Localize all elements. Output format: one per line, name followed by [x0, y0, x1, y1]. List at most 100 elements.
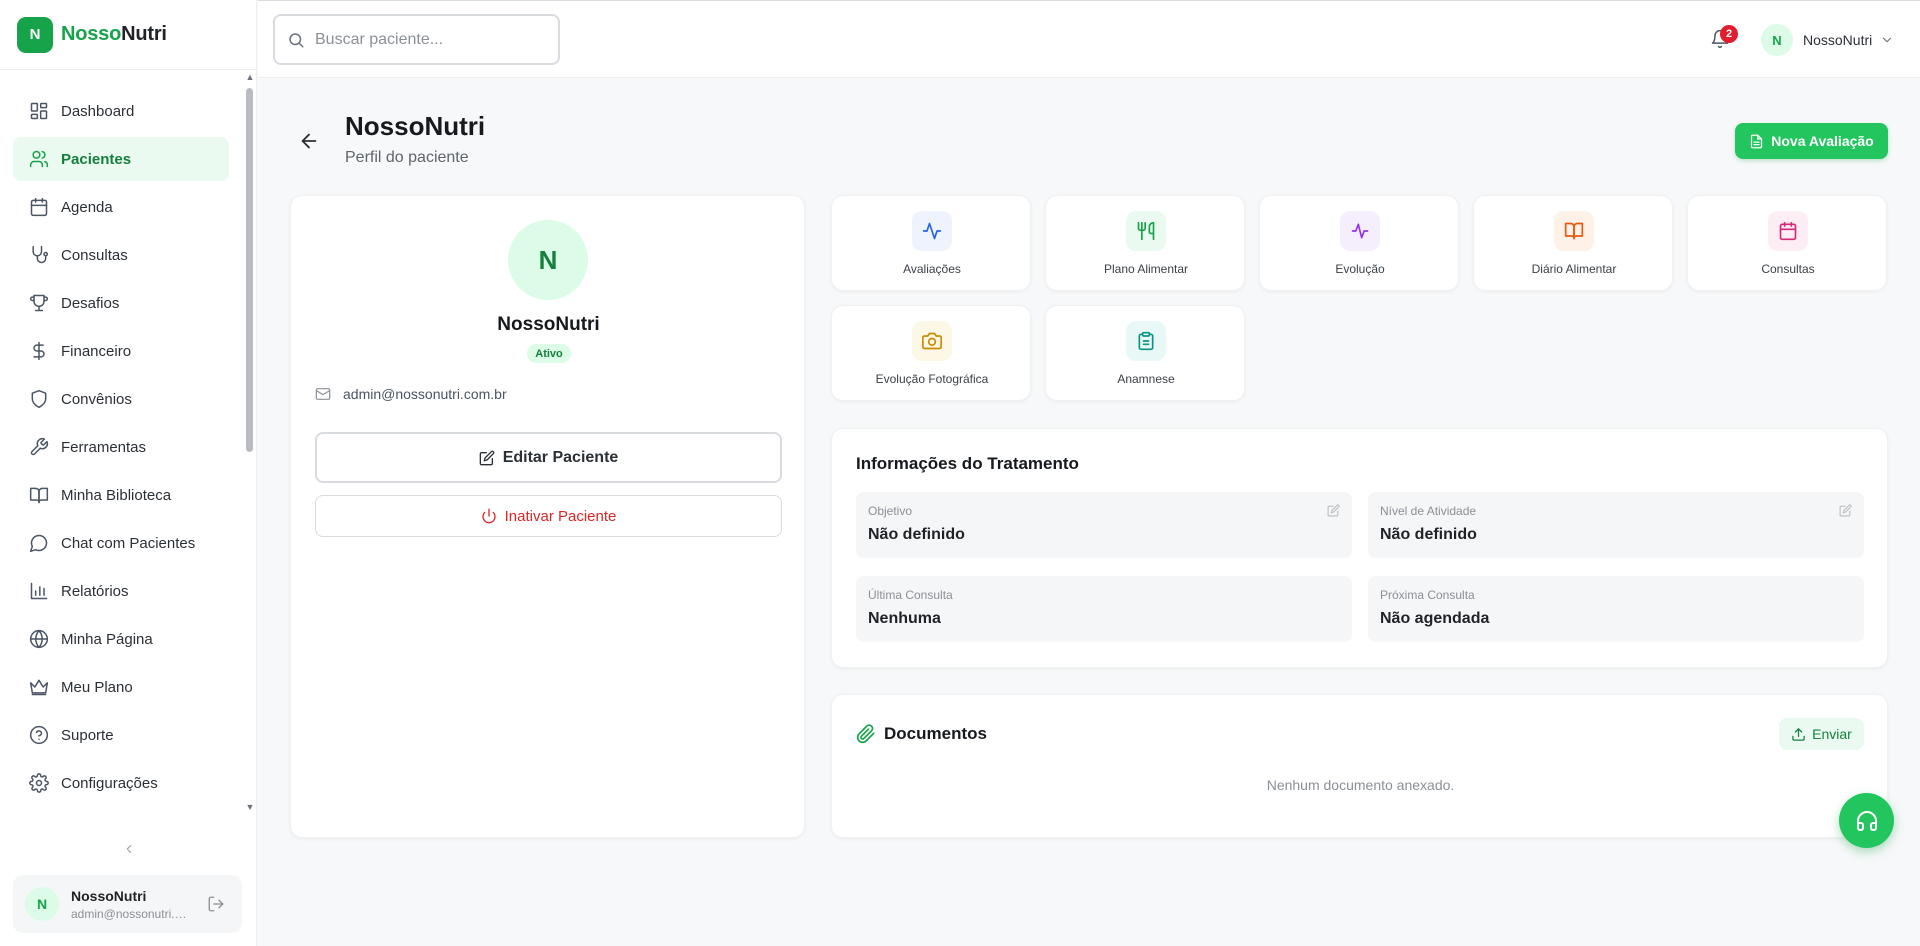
sidebar-item-label: Chat com Pacientes	[61, 534, 196, 552]
avatar: N	[1761, 24, 1793, 56]
sidebar-item-dashboard[interactable]: Dashboard	[13, 89, 229, 133]
scroll-down-arrow-icon[interactable]: ▼	[245, 802, 255, 812]
topbar: 2 N NossoNutri	[258, 0, 1920, 78]
new-evaluation-button[interactable]: Nova Avaliação	[1735, 123, 1888, 159]
user-name: NossoNutri	[1803, 32, 1873, 48]
sidebar-item-financeiro[interactable]: Financeiro	[13, 329, 229, 373]
tile-consultas[interactable]: Consultas	[1687, 195, 1887, 291]
scroll-thumb[interactable]	[246, 88, 253, 452]
activity-icon	[922, 222, 942, 240]
sidebar-item-minha-pagina[interactable]: Minha Página	[13, 617, 229, 661]
section-title: Documentos	[884, 724, 987, 743]
patient-email: admin@nossonutri.com.br	[343, 386, 507, 402]
sidebar-item-ferramentas[interactable]: Ferramentas	[13, 425, 229, 469]
info-nivel-atividade: Nível de Atividade Não definido	[1368, 492, 1864, 558]
paperclip-icon	[856, 724, 875, 744]
brand-logo: N	[17, 16, 53, 53]
user-menu[interactable]: N NossoNutri	[1761, 23, 1894, 57]
help-circle-icon	[29, 725, 49, 745]
user-email: admin@nossonutri.com.br	[71, 906, 187, 921]
sidebar-item-label: Relatórios	[61, 582, 129, 600]
info-proxima-consulta: Próxima Consulta Não agendada	[1368, 576, 1864, 642]
brand[interactable]: N NossoNutri	[0, 0, 256, 70]
tile-evolucao-fotografica[interactable]: Evolução Fotográfica	[831, 305, 1031, 401]
page-title: NossoNutri	[345, 111, 486, 141]
sidebar-item-meu-plano[interactable]: Meu Plano	[13, 665, 229, 709]
calendar-icon	[30, 197, 48, 217]
tile-label: Anamnese	[1117, 372, 1175, 386]
inactivate-patient-button[interactable]: Inativar Paciente	[315, 495, 782, 537]
edit-icon	[479, 450, 495, 465]
tile-label: Avaliações	[903, 262, 961, 276]
sidebar-item-agenda[interactable]: Agenda	[13, 185, 229, 229]
camera-icon	[922, 332, 942, 350]
user-info: NossoNutri admin@nossonutri.com.br	[71, 888, 187, 921]
tile-plano-alimentar[interactable]: Plano Alimentar	[1045, 195, 1245, 291]
sidebar-item-convenios[interactable]: Convênios	[13, 377, 229, 421]
edit-patient-button[interactable]: Editar Paciente	[315, 432, 782, 483]
info-value: Não definido	[868, 526, 965, 543]
section-title: Informações do Tratamento	[856, 454, 1079, 473]
tile-anamnese[interactable]: Anamnese	[1045, 305, 1245, 401]
sidebar-item-label: Convênios	[61, 390, 132, 408]
tile-label: Plano Alimentar	[1103, 262, 1189, 276]
scroll-up-arrow-icon[interactable]: ▲	[245, 72, 255, 82]
sidebar-item-label: Minha Biblioteca	[61, 486, 172, 504]
back-arrow-icon[interactable]	[298, 130, 320, 152]
sidebar-item-label: Minha Página	[61, 630, 153, 648]
tile-icon-box	[912, 321, 952, 361]
logout-icon[interactable]	[207, 895, 225, 913]
upload-label: Enviar	[1812, 726, 1852, 742]
globe-icon	[29, 629, 49, 649]
tile-icon-box	[1554, 211, 1594, 251]
tile-avaliacoes[interactable]: Avaliações	[831, 195, 1031, 291]
sidebar-item-consultas[interactable]: Consultas	[13, 233, 229, 277]
file-text-icon	[1751, 134, 1763, 148]
empty-state-text: Nenhum documento anexado.	[1266, 777, 1455, 793]
collapse-sidebar-button[interactable]	[118, 838, 140, 860]
tile-icon-box	[1126, 211, 1166, 251]
tile-icon-box	[1126, 321, 1166, 361]
info-objetivo: Objetivo Não definido	[856, 492, 1352, 558]
sidebar-item-relatorios[interactable]: Relatórios	[13, 569, 229, 613]
upload-icon	[1792, 727, 1805, 741]
upload-document-button[interactable]: Enviar	[1779, 718, 1864, 750]
info-label: Objetivo	[868, 504, 913, 518]
status-badge: Ativo	[527, 344, 571, 363]
documents-header: Documentos	[856, 724, 987, 744]
tile-label: Evolução Fotográfica	[875, 372, 989, 386]
sidebar-item-label: Desafios	[61, 294, 120, 312]
edit-icon[interactable]	[1327, 504, 1340, 517]
sidebar-item-biblioteca[interactable]: Minha Biblioteca	[13, 473, 229, 517]
sidebar-item-label: Consultas	[61, 246, 128, 264]
edit-icon[interactable]	[1839, 504, 1852, 517]
info-label: Nível de Atividade	[1380, 504, 1477, 518]
sidebar-item-desafios[interactable]: Desafios	[13, 281, 229, 325]
bar-chart-icon	[30, 582, 48, 600]
tile-label: Diário Alimentar	[1531, 262, 1617, 276]
sidebar-nav: Dashboard Pacientes Agenda Consultas Des…	[0, 72, 244, 812]
sidebar-item-label: Dashboard	[61, 102, 135, 120]
sidebar-item-label: Agenda	[61, 198, 113, 216]
tile-diario-alimentar[interactable]: Diário Alimentar	[1473, 195, 1673, 291]
patient-email-row: admin@nossonutri.com.br	[315, 386, 507, 402]
sidebar-item-chat[interactable]: Chat com Pacientes	[13, 521, 229, 565]
info-value: Não definido	[1380, 526, 1477, 543]
sidebar-item-suporte[interactable]: Suporte	[13, 713, 229, 757]
layout-dashboard-icon	[30, 102, 48, 120]
sidebar-scrollbar[interactable]: ▲ ▼	[244, 72, 256, 812]
patient-name: NossoNutri	[497, 314, 600, 335]
calendar-icon	[1779, 221, 1797, 241]
chevron-left-icon	[126, 844, 132, 854]
utensils-icon	[1137, 221, 1155, 241]
crown-icon	[29, 679, 49, 696]
search-input[interactable]	[315, 30, 545, 49]
support-chat-button[interactable]	[1839, 793, 1894, 848]
sidebar-item-pacientes[interactable]: Pacientes	[13, 137, 229, 181]
wrench-icon	[30, 437, 49, 456]
shield-icon	[31, 389, 47, 409]
sidebar-item-configuracoes[interactable]: Configurações	[13, 761, 229, 805]
tile-evolucao[interactable]: Evolução	[1259, 195, 1459, 291]
search-box[interactable]	[273, 14, 560, 65]
sidebar-item-label: Pacientes	[61, 150, 132, 168]
